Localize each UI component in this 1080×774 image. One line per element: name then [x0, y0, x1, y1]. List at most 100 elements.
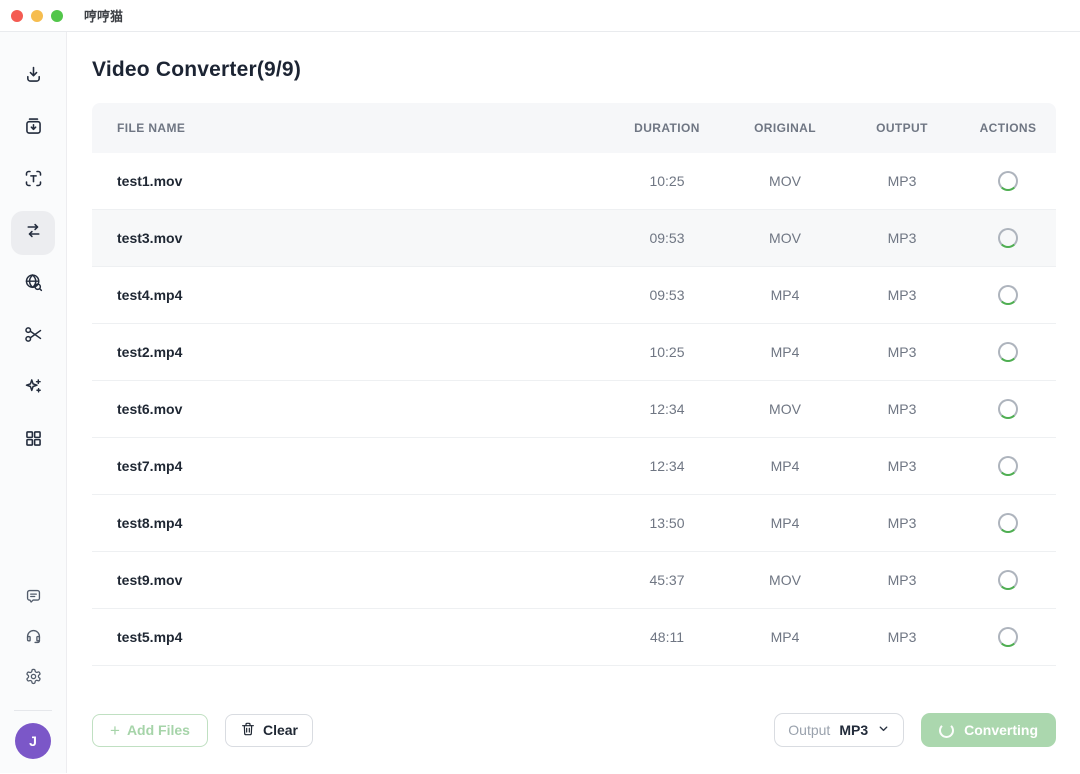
file-table: FILE NAME DURATION ORIGINAL OUTPUT ACTIO…	[92, 103, 1056, 666]
table-row[interactable]: test2.mp4 10:25 MP4 MP3	[92, 324, 1056, 381]
loading-spinner-icon	[939, 723, 954, 738]
converting-label: Converting	[964, 722, 1038, 738]
sidebar-item-feedback[interactable]	[16, 582, 50, 616]
duration-cell: 09:53	[608, 287, 726, 303]
feedback-chat-icon	[24, 587, 43, 611]
output-select-value: MP3	[839, 722, 868, 738]
app-title: 哼哼猫	[84, 6, 123, 25]
sidebar-item-more-apps[interactable]	[11, 419, 55, 463]
zoom-button[interactable]	[51, 10, 63, 22]
file-name-cell: test9.mov	[92, 572, 608, 588]
globe-search-icon	[23, 272, 44, 298]
original-format-cell: MOV	[726, 572, 844, 588]
main-content: Video Converter(9/9) FILE NAME DURATION …	[67, 32, 1080, 773]
actions-cell	[960, 228, 1056, 248]
original-format-cell: MP4	[726, 515, 844, 531]
table-row[interactable]: test8.mp4 13:50 MP4 MP3	[92, 495, 1056, 552]
actions-cell	[960, 570, 1056, 590]
page-title: Video Converter(9/9)	[92, 56, 1056, 84]
progress-spinner-icon	[998, 171, 1018, 191]
download-icon	[23, 64, 44, 90]
sidebar-item-convert[interactable]	[11, 211, 55, 255]
close-button[interactable]	[11, 10, 23, 22]
output-format-select[interactable]: Output MP3	[774, 713, 904, 747]
sidebar-item-settings[interactable]	[16, 662, 50, 696]
sparkles-icon	[23, 376, 44, 402]
titlebar: 哼哼猫	[0, 0, 1080, 32]
file-name-cell: test1.mov	[92, 173, 608, 189]
progress-spinner-icon	[998, 456, 1018, 476]
output-format-cell: MP3	[844, 401, 960, 417]
actions-cell	[960, 513, 1056, 533]
original-format-cell: MP4	[726, 629, 844, 645]
table-body: test1.mov 10:25 MOV MP3 test3.mov 09:53 …	[92, 153, 1056, 666]
table-row[interactable]: test1.mov 10:25 MOV MP3	[92, 153, 1056, 210]
sidebar: J	[0, 32, 67, 773]
output-format-cell: MP3	[844, 629, 960, 645]
table-row[interactable]: test7.mp4 12:34 MP4 MP3	[92, 438, 1056, 495]
table-row[interactable]: test6.mov 12:34 MOV MP3	[92, 381, 1056, 438]
duration-cell: 12:34	[608, 458, 726, 474]
settings-gear-icon	[24, 667, 43, 691]
output-select-label: Output	[788, 722, 830, 738]
actions-cell	[960, 399, 1056, 419]
converting-button[interactable]: Converting	[921, 713, 1056, 747]
output-format-cell: MP3	[844, 344, 960, 360]
sidebar-divider	[14, 710, 52, 711]
sidebar-item-download[interactable]	[11, 55, 55, 99]
add-files-button[interactable]: + Add Files	[92, 714, 208, 747]
file-name-cell: test2.mp4	[92, 344, 608, 360]
output-format-cell: MP3	[844, 173, 960, 189]
avatar[interactable]: J	[15, 723, 51, 759]
output-format-cell: MP3	[844, 458, 960, 474]
grid-icon	[23, 428, 44, 454]
column-header-duration: DURATION	[608, 121, 726, 135]
table-header: FILE NAME DURATION ORIGINAL OUTPUT ACTIO…	[92, 103, 1056, 153]
output-format-cell: MP3	[844, 230, 960, 246]
progress-spinner-icon	[998, 570, 1018, 590]
progress-spinner-icon	[998, 627, 1018, 647]
duration-cell: 10:25	[608, 344, 726, 360]
file-name-cell: test7.mp4	[92, 458, 608, 474]
trash-icon	[240, 721, 256, 740]
duration-cell: 10:25	[608, 173, 726, 189]
duration-cell: 13:50	[608, 515, 726, 531]
progress-spinner-icon	[998, 513, 1018, 533]
table-row[interactable]: test3.mov 09:53 MOV MP3	[92, 210, 1056, 267]
table-row[interactable]: test9.mov 45:37 MOV MP3	[92, 552, 1056, 609]
headphones-icon	[24, 627, 43, 651]
column-header-original: ORIGINAL	[726, 121, 844, 135]
original-format-cell: MP4	[726, 287, 844, 303]
file-name-cell: test8.mp4	[92, 515, 608, 531]
sidebar-item-trim[interactable]	[11, 315, 55, 359]
convert-icon	[23, 220, 44, 246]
duration-cell: 48:11	[608, 629, 726, 645]
duration-cell: 12:34	[608, 401, 726, 417]
table-row[interactable]: test4.mp4 09:53 MP4 MP3	[92, 267, 1056, 324]
actions-cell	[960, 171, 1056, 191]
column-header-actions: ACTIONS	[960, 121, 1056, 135]
clear-button[interactable]: Clear	[225, 714, 313, 747]
sidebar-item-text-recognition[interactable]	[11, 159, 55, 203]
actions-cell	[960, 342, 1056, 362]
footer-toolbar: + Add Files Clear Output MP3 Converting	[92, 713, 1056, 747]
progress-spinner-icon	[998, 342, 1018, 362]
text-recognition-icon	[23, 168, 44, 194]
file-name-cell: test6.mov	[92, 401, 608, 417]
file-name-cell: test3.mov	[92, 230, 608, 246]
sidebar-item-batch-download[interactable]	[11, 107, 55, 151]
sidebar-item-support[interactable]	[16, 622, 50, 656]
column-header-file-name: FILE NAME	[92, 121, 608, 135]
original-format-cell: MOV	[726, 230, 844, 246]
sidebar-item-web-search[interactable]	[11, 263, 55, 307]
progress-spinner-icon	[998, 399, 1018, 419]
minimize-button[interactable]	[31, 10, 43, 22]
add-files-label: Add Files	[127, 722, 190, 738]
original-format-cell: MP4	[726, 458, 844, 474]
original-format-cell: MOV	[726, 401, 844, 417]
sidebar-item-ai-tools[interactable]	[11, 367, 55, 411]
chevron-down-icon	[877, 722, 890, 738]
duration-cell: 45:37	[608, 572, 726, 588]
actions-cell	[960, 456, 1056, 476]
table-row[interactable]: test5.mp4 48:11 MP4 MP3	[92, 609, 1056, 666]
